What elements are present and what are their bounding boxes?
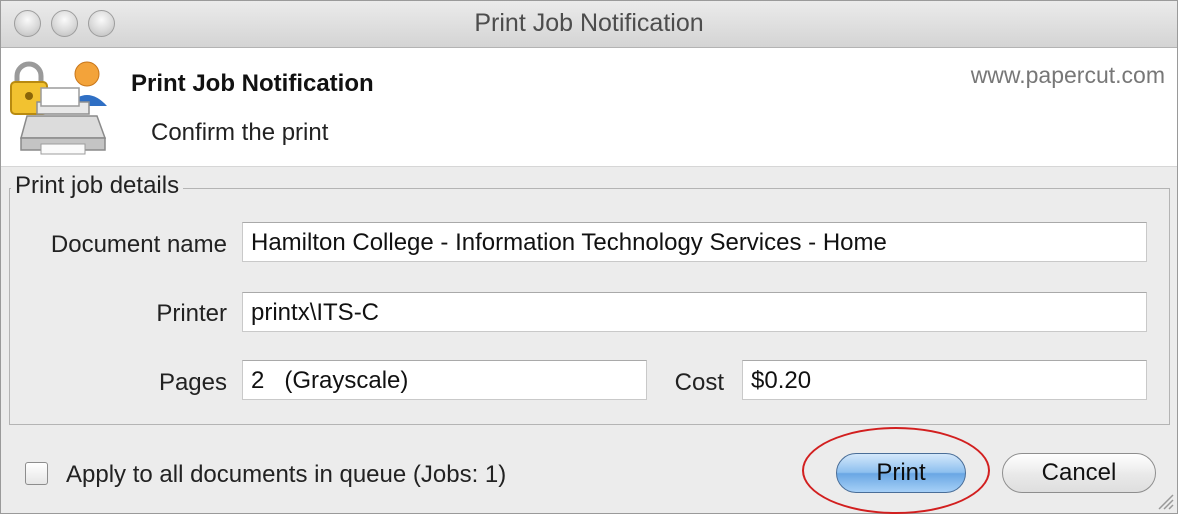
cost-field[interactable]: $0.20 <box>742 360 1147 400</box>
print-job-notification-window: Print Job Notification Print Job Notific… <box>0 0 1178 514</box>
header-panel: Print Job Notification Confirm the print… <box>1 48 1177 167</box>
cost-label: Cost <box>674 369 724 396</box>
group-legend: Print job details <box>11 172 184 200</box>
document-name-label: Document name <box>50 231 227 258</box>
apply-all-label[interactable]: Apply to all documents in queue (Jobs: 1… <box>66 461 506 489</box>
apply-all-checkbox[interactable] <box>25 462 48 485</box>
title-bar[interactable]: Print Job Notification <box>1 1 1177 48</box>
header-subtitle: Confirm the print <box>151 119 329 146</box>
papercut-link: www.papercut.com <box>970 62 1165 88</box>
resize-grip-icon[interactable] <box>1153 489 1175 511</box>
window-title: Print Job Notification <box>474 9 704 37</box>
printer-lock-user-icon <box>10 61 107 155</box>
cancel-button[interactable]: Cancel <box>1002 453 1156 493</box>
pages-label: Pages <box>158 369 227 396</box>
header-title: Print Job Notification <box>131 70 374 97</box>
print-button[interactable]: Print <box>836 453 966 493</box>
pages-field[interactable]: 2 (Grayscale) <box>242 360 647 400</box>
document-name-field[interactable]: Hamilton College - Information Technolog… <box>242 222 1147 262</box>
printer-field[interactable]: printx\ITS-C <box>242 292 1147 332</box>
printer-label: Printer <box>156 300 227 327</box>
